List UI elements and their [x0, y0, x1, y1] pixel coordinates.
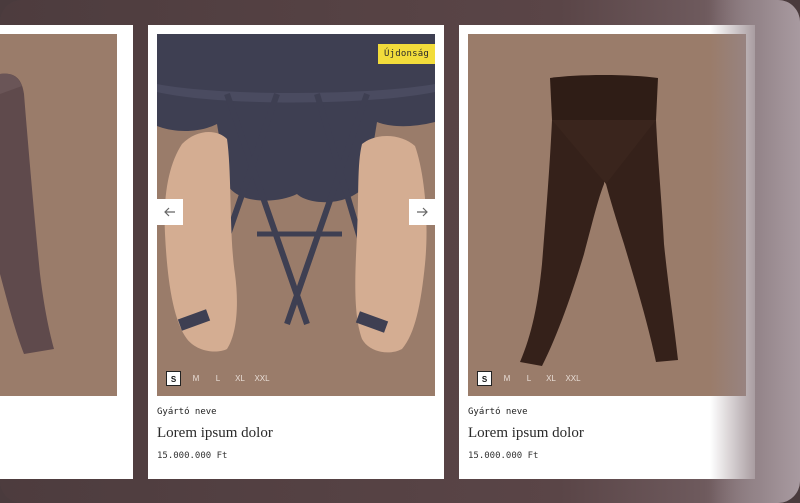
product-image[interactable]: S M L XL XXL — [468, 34, 746, 396]
next-image-button[interactable] — [409, 199, 435, 225]
size-option-l[interactable]: L — [207, 374, 229, 383]
product-name[interactable]: Lorem ipsum dolor — [468, 425, 584, 442]
new-badge: Újdonság — [378, 44, 435, 64]
product-name[interactable]: Lorem ipsum dolor — [157, 425, 273, 442]
product-image[interactable]: Újdonság S M L XL XXL — [157, 34, 435, 396]
size-option-m[interactable]: M — [185, 374, 207, 383]
product-card[interactable] — [0, 25, 133, 479]
size-option-xxl[interactable]: XXL — [251, 374, 273, 383]
product-card[interactable]: Újdonság S M L XL XXL Gyártó neve Lorem … — [148, 25, 444, 479]
product-price: 15.000.000 Ft — [157, 451, 228, 461]
product-image[interactable] — [0, 34, 117, 396]
size-option-s[interactable]: S — [477, 371, 492, 386]
size-option-xl[interactable]: XL — [540, 374, 562, 383]
arrow-right-icon — [416, 207, 428, 217]
size-option-s[interactable]: S — [166, 371, 181, 386]
size-option-xxl[interactable]: XXL — [562, 374, 584, 383]
product-price: 15.000.000 Ft — [468, 451, 539, 461]
product-brand: Gyártó neve — [468, 407, 528, 417]
size-option-l[interactable]: L — [518, 374, 540, 383]
size-selector: S M L XL XXL — [166, 371, 273, 386]
carousel-edge-fade — [710, 0, 800, 503]
size-option-m[interactable]: M — [496, 374, 518, 383]
arrow-left-icon — [164, 207, 176, 217]
carousel-stage: Újdonság S M L XL XXL Gyártó neve Lorem … — [0, 0, 800, 503]
size-selector: S M L XL XXL — [477, 371, 584, 386]
product-brand: Gyártó neve — [157, 407, 217, 417]
previous-image-button[interactable] — [157, 199, 183, 225]
size-option-xl[interactable]: XL — [229, 374, 251, 383]
